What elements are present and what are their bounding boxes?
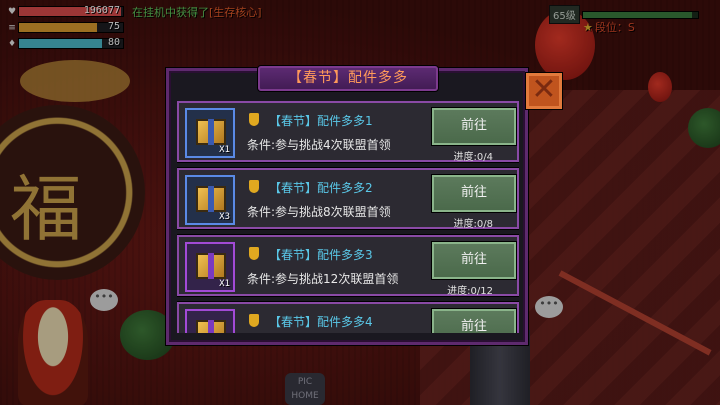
reward-thumbnail[interactable]: X1 — [185, 108, 235, 158]
reward-qty: X1 — [219, 279, 230, 289]
task-progress: 进度:0/8 — [453, 219, 493, 230]
task-condition: 条件:参与挑战8次联盟首领 — [247, 205, 391, 219]
reward-qty: X1 — [219, 145, 230, 155]
reward-qty: X3 — [219, 212, 230, 222]
task-title: 【春节】配件多多1 — [269, 114, 373, 128]
task-title: 【春节】配件多多3 — [269, 248, 373, 262]
parts-crate-icon — [196, 119, 226, 145]
go-button[interactable]: 前往 — [432, 309, 516, 333]
task-row: shield 【春节】配件多多4 前往 — [177, 302, 519, 333]
parts-crate-icon — [196, 320, 226, 333]
reward-thumbnail[interactable]: X1 — [185, 242, 235, 292]
shield-icon: shield — [249, 180, 259, 193]
go-button[interactable]: 前往 — [432, 242, 516, 279]
go-button[interactable]: 前往 — [432, 175, 516, 212]
task-condition: 条件:参与挑战12次联盟首领 — [247, 272, 399, 286]
close-button[interactable]: ✕ — [526, 73, 562, 109]
task-progress: 进度:0/4 — [453, 152, 493, 163]
parts-crate-icon — [196, 186, 226, 212]
task-row: X1 shield 【春节】配件多多3 条件:参与挑战12次联盟首领 前往 进度… — [177, 235, 519, 297]
reward-thumbnail[interactable]: X3 — [185, 175, 235, 225]
task-title: 【春节】配件多多2 — [269, 181, 373, 195]
task-row: X1 shield 【春节】配件多多1 条件:参与挑战4次联盟首领 前往 进度:… — [177, 101, 519, 163]
task-list[interactable]: X1 shield 【春节】配件多多1 条件:参与挑战4次联盟首领 前往 进度:… — [177, 101, 519, 333]
task-title: 【春节】配件多多4 — [269, 315, 373, 329]
go-button[interactable]: 前往 — [432, 108, 516, 145]
parts-crate-icon — [196, 253, 226, 279]
shield-icon: shield — [249, 314, 259, 327]
reward-thumbnail[interactable] — [185, 309, 235, 333]
task-row: X3 shield 【春节】配件多多2 条件:参与挑战8次联盟首领 前往 进度:… — [177, 168, 519, 230]
dialog-title: 【春节】配件多多 — [258, 66, 438, 91]
shield-icon: shield — [249, 113, 259, 126]
task-progress: 进度:0/12 — [447, 286, 493, 297]
shield-icon: shield — [249, 247, 259, 260]
task-condition: 条件:参与挑战4次联盟首领 — [247, 138, 391, 152]
